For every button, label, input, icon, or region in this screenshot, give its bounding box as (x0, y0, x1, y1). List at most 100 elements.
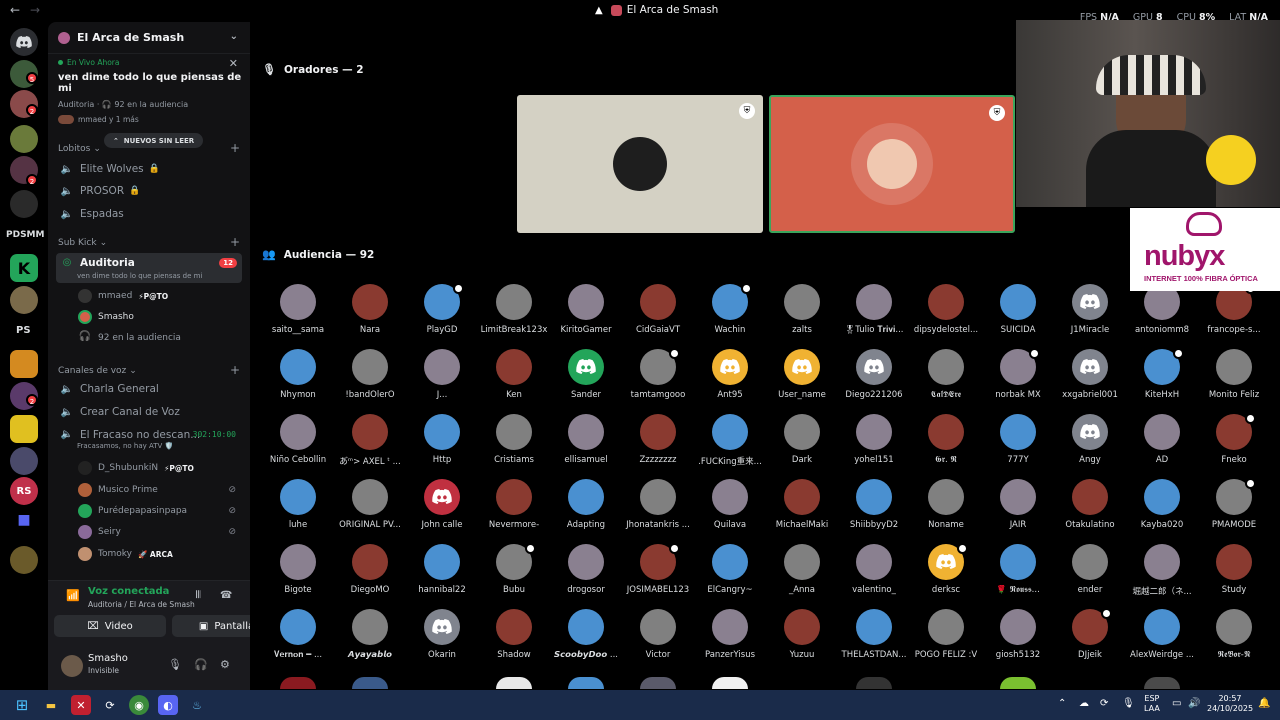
category-canales-de-voz[interactable]: Canales de voz ⌄ (58, 366, 137, 376)
file-explorer-icon[interactable]: ▬ (41, 695, 61, 715)
audience-member[interactable]: PlayGD (406, 283, 478, 349)
audience-member[interactable]: Http (406, 414, 478, 479)
clock[interactable]: 20:57 24/10/2025 (1207, 694, 1253, 714)
microphone-icon[interactable]: 🎙 (168, 658, 182, 671)
audience-member[interactable]: KiritoGamer (550, 284, 622, 349)
volume-icon[interactable]: 🔊 (1188, 698, 1200, 709)
audience-member[interactable]: PanzerYisus (694, 609, 766, 674)
audience-member[interactable]: 𝐕𝐞𝐫𝐧𝐨𝐧 ━ ... (262, 609, 334, 674)
audience-member[interactable]: KiteHxH (1126, 348, 1198, 414)
audience-member[interactable]: Shadow (478, 609, 550, 674)
audience-member[interactable]: Noname (910, 479, 982, 544)
audience-member[interactable]: LimitBreak123x (478, 284, 550, 349)
audience-member[interactable]: 𝘼𝙮𝙖𝙮𝙖𝙗𝙡𝙤 (334, 609, 406, 674)
audience-member[interactable]: 🌹 𝕹𝖔𝖚𝖘𝖘... (982, 544, 1054, 609)
audience-member[interactable]: Bubu (478, 543, 550, 609)
audience-member[interactable]: CidGaiaVT (622, 284, 694, 349)
folder-icon[interactable]: ■ (10, 512, 38, 540)
server-icon[interactable]: RS (10, 477, 38, 505)
server-icon[interactable]: PS (16, 325, 31, 336)
audience-member[interactable]: _Anna (766, 544, 838, 609)
voice-user[interactable]: Musico Prime ⊘ (78, 481, 244, 499)
audience-member[interactable]: valentino_ (838, 544, 910, 609)
audience-member[interactable]: JAIR (982, 479, 1054, 544)
audience-member[interactable]: Nara (334, 284, 406, 349)
speaker-tile[interactable]: ⛨ (517, 95, 763, 233)
network-icon[interactable]: ▭ (1172, 698, 1181, 709)
server-icon[interactable] (10, 447, 38, 475)
category-lobitos[interactable]: Lobitos ⌄ (58, 144, 101, 154)
audience-member[interactable]: Monito Feliz (1198, 349, 1270, 414)
audience-member[interactable]: dipsydelostel... (910, 284, 982, 349)
kick-server-icon[interactable]: K (10, 254, 38, 282)
audience-member[interactable]: tamtamgooo (622, 348, 694, 414)
discord-taskbar-icon[interactable]: ◐ (158, 695, 178, 715)
audience-member[interactable]: .FUCKing重来... (694, 414, 766, 479)
new-unread-pill[interactable]: ⌃ NUEVOS SIN LEER (104, 133, 204, 148)
audience-member[interactable]: ORIGINAL PV... (334, 479, 406, 544)
audience-member[interactable]: J... (406, 349, 478, 414)
voice-user[interactable]: Tomoky 🚀 ARCA (78, 545, 244, 563)
audience-count[interactable]: 🎧 92 en la audiencia (78, 329, 244, 347)
audience-member[interactable]: 𝙎𝙘𝙤𝙤𝙗𝙮𝘿𝙤𝙤 ... (550, 609, 622, 674)
channel-espadas[interactable]: 🔈 Espadas (56, 204, 242, 224)
audience-member[interactable]: Otakulatino (1054, 479, 1126, 544)
chevron-down-icon[interactable]: ⌄ (230, 31, 238, 42)
add-channel-icon[interactable]: + (230, 141, 240, 155)
audience-member[interactable]: 𝕲𝖗. 𝕽 (910, 414, 982, 479)
audience-member[interactable]: Cristiams (478, 414, 550, 479)
audience-member[interactable]: drogosor (550, 544, 622, 609)
server-icon[interactable] (10, 286, 38, 314)
audience-member[interactable]: Study (1198, 544, 1270, 609)
audience-member[interactable]: 堀越二郎（ネ... (1126, 544, 1198, 609)
windows-start-icon[interactable]: ⊞ (12, 695, 32, 715)
user-name[interactable]: Smasho (88, 653, 128, 664)
audience-member[interactable]: norbak MX (982, 348, 1054, 414)
audience-member[interactable]: J1Miracle (1054, 284, 1126, 349)
voice-user[interactable]: Smasho (78, 308, 244, 326)
server-icon[interactable] (10, 415, 38, 443)
audience-member[interactable]: JOSIMABEL123 (622, 543, 694, 609)
guild-header[interactable]: El Arca de Smash ⌄ (48, 22, 250, 54)
speaker-tile[interactable]: ⛨ (769, 95, 1015, 233)
audience-member[interactable]: Angy (1054, 414, 1126, 479)
chevron-up-icon[interactable]: ⌃ (1058, 698, 1066, 709)
audience-member[interactable]: 🎖Tulio 𝐓𝐫𝐢𝐯𝐢... (838, 284, 910, 349)
audience-member[interactable]: Sander (550, 349, 622, 414)
channel-elite-wolves[interactable]: 🔈 Elite Wolves 🔒 (56, 159, 242, 179)
audience-member[interactable]: 777Y (982, 414, 1054, 479)
live-now-card[interactable]: En Vivo Ahora ✕ ven dime todo lo que pie… (58, 57, 244, 124)
chrome-icon[interactable]: ◉ (129, 695, 149, 715)
audience-member[interactable]: DiegoMO (334, 544, 406, 609)
add-channel-icon[interactable]: + (230, 363, 240, 377)
voice-user[interactable]: Purédepapasinpapa ⊘ (78, 502, 244, 520)
app-icon[interactable]: ⟳ (100, 695, 120, 715)
audience-member[interactable]: Fneko (1198, 413, 1270, 479)
audience-member[interactable]: Ant95 (694, 349, 766, 414)
discord-home-icon[interactable] (10, 28, 38, 56)
audience-member[interactable]: Wachin (694, 283, 766, 349)
audience-member[interactable]: Zzzzzzzz (622, 414, 694, 479)
audience-member[interactable]: Diego221206 (838, 349, 910, 414)
soundboard-icon[interactable]: 𝄃𝄃 (196, 590, 200, 601)
voice-user[interactable]: mmaed ⚡P@TO (78, 287, 244, 305)
audience-member[interactable]: 𝕽𝖊𝕭𝖔𝖗-𝕹 (1198, 609, 1270, 674)
user-avatar[interactable] (61, 655, 83, 677)
audience-member[interactable]: yohel151 (838, 414, 910, 479)
channel-charla-general[interactable]: 🔈 Charla General (56, 379, 242, 399)
app-icon[interactable]: ✕ (71, 695, 91, 715)
headphones-icon[interactable]: 🎧 (194, 658, 208, 671)
audience-member[interactable]: Quilava (694, 479, 766, 544)
audience-member[interactable]: John calle (406, 479, 478, 544)
channel-auditoria[interactable]: ◎ Auditoria ven dime todo lo que piensas… (56, 253, 242, 283)
steam-icon[interactable]: ♨ (187, 695, 207, 715)
server-icon[interactable]: PDSMM (6, 230, 44, 240)
audience-member[interactable]: AlexWeirdge ... (1126, 609, 1198, 674)
microphone-icon[interactable]: 🎙 (1122, 698, 1135, 709)
audience-member[interactable]: ender (1054, 544, 1126, 609)
category-sub-kick[interactable]: Sub Kick ⌄ (58, 238, 107, 248)
channel-el-fracaso[interactable]: 🔈 El Fracaso no descan... 302:10:00 Frac… (56, 425, 242, 455)
audience-member[interactable]: DJjeik (1054, 608, 1126, 674)
disconnect-icon[interactable]: ☎ (220, 590, 232, 601)
notification-icon[interactable]: 🔔 (1258, 698, 1270, 709)
